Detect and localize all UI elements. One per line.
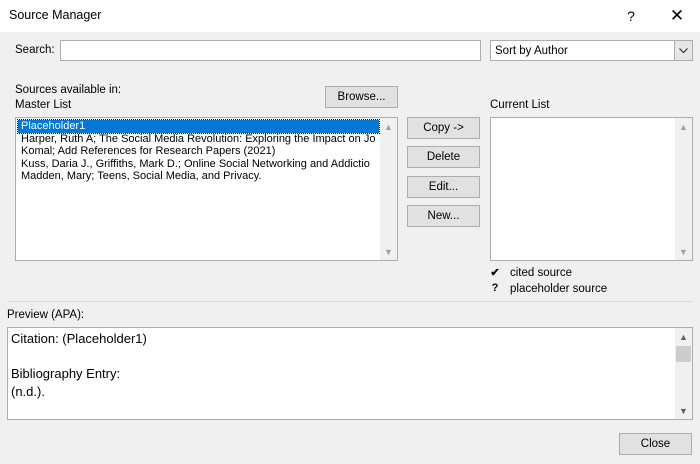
master-list-item[interactable]: Kuss, Daria J., Griffiths, Mark D.; Onli… [18,158,379,171]
cited-source-label: cited source [510,267,573,279]
preview-scrollbar[interactable]: ▲ ▼ [675,328,692,419]
master-list-items: Placeholder1 Harper, Ruth A; The Social M… [17,119,380,183]
master-list-item[interactable]: Harper, Ruth A; The Social Media Revolut… [18,133,379,146]
close-button[interactable]: Close [619,433,692,455]
current-list-label: Current List [490,99,550,111]
scrollbar-thumb[interactable] [676,346,691,362]
scroll-up-icon[interactable]: ▲ [675,118,692,135]
sources-available-label: Sources available in: [15,84,122,96]
current-list[interactable]: ▲ ▼ [490,117,693,261]
master-list-item[interactable]: Madden, Mary; Teens, Social Media, and P… [18,170,379,183]
master-list-item[interactable]: Komal; Add References for Research Paper… [18,145,379,158]
scroll-down-icon[interactable]: ▼ [675,243,692,260]
master-list[interactable]: Placeholder1 Harper, Ruth A; The Social M… [15,117,398,261]
scroll-down-icon[interactable]: ▼ [380,243,397,260]
sort-dropdown[interactable]: Sort by Author [490,40,693,61]
scroll-up-icon[interactable]: ▲ [675,328,692,345]
preview-content: Citation: (Placeholder1) Bibliography En… [11,330,147,400]
scroll-up-icon[interactable]: ▲ [380,118,397,135]
browse-button[interactable]: Browse... [325,86,398,108]
divider [7,301,693,302]
edit-button[interactable]: Edit... [407,176,480,198]
search-label: Search: [15,44,55,56]
search-input[interactable] [60,40,481,61]
preview-box: Citation: (Placeholder1) Bibliography En… [7,327,693,420]
copy-button[interactable]: Copy -> [407,117,480,139]
sort-dropdown-value: Sort by Author [495,44,568,57]
master-list-label: Master List [15,99,72,111]
current-list-scrollbar[interactable]: ▲ ▼ [675,118,692,260]
preview-label: Preview (APA): [7,309,85,321]
help-icon: ? [627,8,635,24]
scroll-down-icon[interactable]: ▼ [675,402,692,419]
checkmark-icon: ✔ [490,267,500,279]
help-button[interactable]: ? [608,0,654,32]
delete-button[interactable]: Delete [407,146,480,168]
close-icon: ✕ [669,6,685,25]
question-mark-icon: ? [491,282,499,294]
window-title: Source Manager [9,8,102,22]
preview-bibliography-value: (n.d.). [11,383,45,399]
master-list-scrollbar[interactable]: ▲ ▼ [380,118,397,260]
preview-citation: Citation: (Placeholder1) [11,331,147,346]
placeholder-source-label: placeholder source [510,283,608,295]
title-bar [0,0,700,32]
master-list-item[interactable]: Placeholder1 [17,119,380,134]
chevron-down-icon[interactable] [674,41,692,60]
new-button[interactable]: New... [407,205,480,227]
preview-bibliography-label: Bibliography Entry: [11,366,121,381]
window-close-button[interactable]: ✕ [654,0,700,32]
